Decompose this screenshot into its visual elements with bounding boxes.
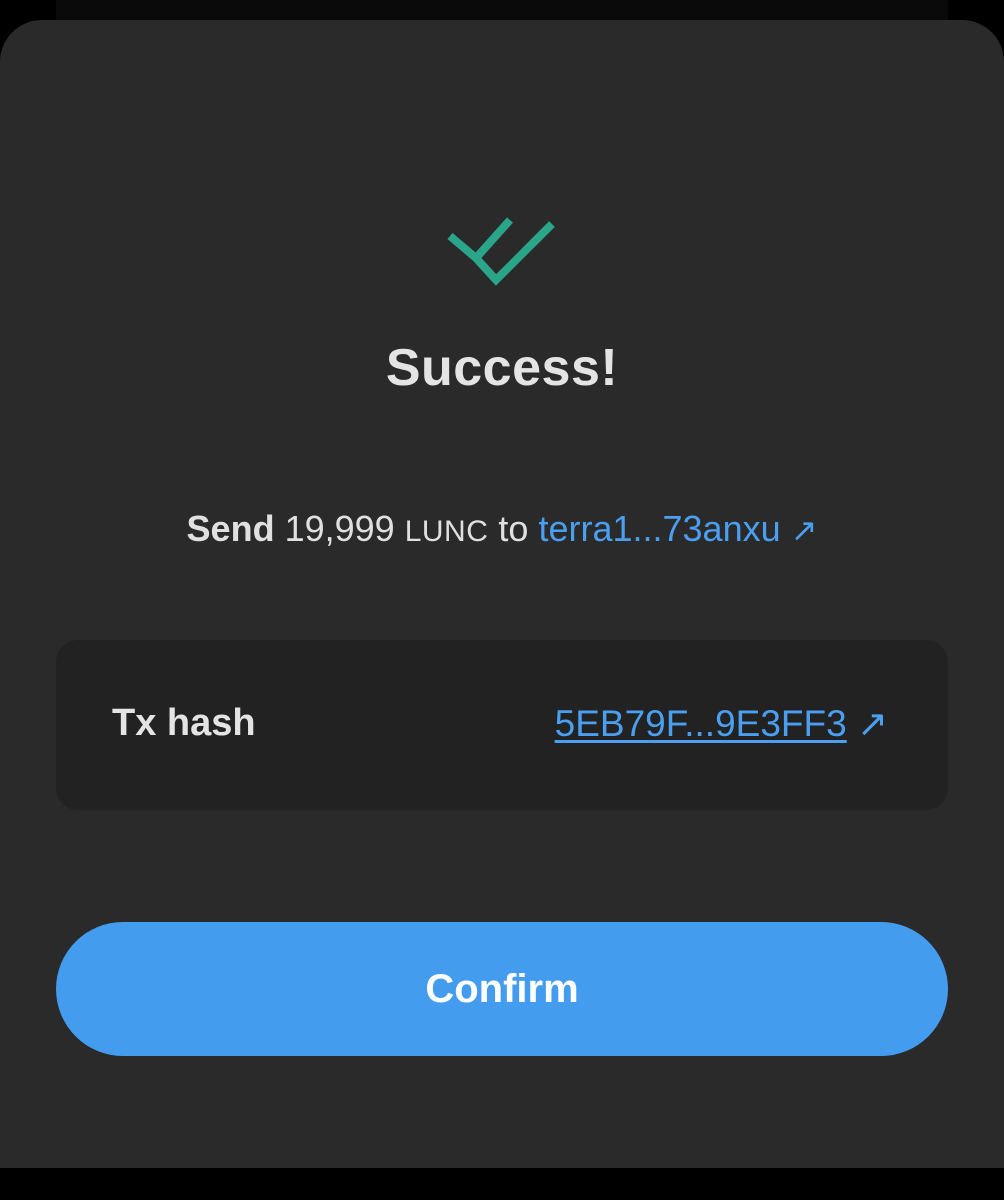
external-link-icon: ↗ [790, 512, 818, 548]
recipient-address-link[interactable]: terra1...73anxu ↗ [538, 508, 817, 549]
confirm-button[interactable]: Confirm [56, 922, 948, 1056]
tx-hash-label: Tx hash [112, 702, 256, 744]
dialog-title: Success! [385, 339, 619, 397]
recipient-address: terra1...73anxu [538, 508, 781, 549]
transaction-summary: Send 19,999 LUNC to terra1...73anxu ↗ [0, 508, 1004, 550]
tx-hash-link[interactable]: 5EB79F...9E3FF3 ↗ [555, 702, 888, 745]
success-dialog: Success! Send 19,999 LUNC to terra1...73… [0, 20, 1004, 1168]
details-card: Tx hash 5EB79F...9E3FF3 ↗ [56, 640, 948, 810]
external-link-icon: ↗ [856, 703, 888, 744]
background-sheet [56, 0, 948, 20]
double-check-icon [447, 217, 555, 286]
summary-preposition: to [498, 508, 529, 549]
summary-verb: Send [186, 508, 275, 549]
summary-denom: LUNC [404, 515, 489, 548]
summary-amount: 19,999 [284, 508, 395, 549]
bottom-bar [0, 1168, 1004, 1200]
tx-hash-value: 5EB79F...9E3FF3 [554, 703, 847, 744]
